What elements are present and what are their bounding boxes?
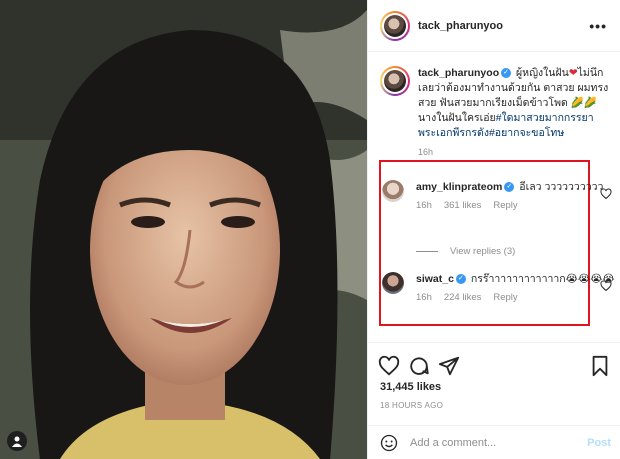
actions-bar: 31,445 likes 18 HOURS AGO Post (368, 342, 620, 459)
avatar[interactable] (380, 10, 410, 41)
comment-time: 16h (416, 200, 432, 211)
reply-button[interactable]: Reply (493, 200, 517, 211)
caption-avatar[interactable] (380, 66, 410, 96)
comment-username[interactable]: siwat_c (416, 273, 454, 285)
header-username[interactable]: tack_pharunyoo (418, 20, 503, 32)
like-comment-heart-icon[interactable] (600, 280, 612, 292)
comment-bubble-icon[interactable] (408, 355, 430, 377)
emoji-icon[interactable] (380, 434, 398, 452)
comment-text: กรร๊าาาาาาาาาาาาก (470, 273, 566, 285)
verified-badge-icon: ✓ (455, 274, 466, 285)
post-panel: tack_pharunyoo ••• tack_pharunyoo ✓ ผู้หญ… (367, 0, 620, 459)
portrait-image (0, 0, 367, 459)
add-comment-input[interactable] (410, 437, 580, 449)
view-replies-button[interactable]: View replies (3) (416, 246, 515, 257)
like-heart-icon[interactable] (378, 355, 400, 377)
comment-time: 16h (416, 292, 432, 303)
caption-time: 16h (418, 147, 434, 155)
caption-text-1: ผู้หญิงในฝัน (516, 67, 569, 79)
comment-item: amy_klinprateom ✓ อีเลว วววววววววว 16h 36… (382, 180, 618, 211)
post-photo (0, 0, 367, 459)
caption-username[interactable]: tack_pharunyoo (418, 67, 499, 79)
verified-badge-icon: ✓ (504, 182, 515, 193)
comment-avatar[interactable] (382, 272, 404, 294)
heart-emoji-icon: ❤ (568, 67, 578, 79)
share-paper-plane-icon[interactable] (438, 355, 460, 377)
corn-emoji-icon: 🌽🌽 (570, 97, 597, 109)
like-comment-heart-icon[interactable] (600, 188, 612, 200)
comment-likes[interactable]: 224 likes (444, 292, 482, 303)
caption-text-3: นางในฝันใครเอ่ย (418, 112, 496, 124)
more-horizontal-icon[interactable]: ••• (589, 18, 607, 34)
save-bookmark-icon[interactable] (589, 355, 611, 377)
comment-item: siwat_c ✓ กรร๊าาาาาาาาาาาาก😭😭😭😭 16h 224 l… (382, 272, 618, 303)
post-comment-button[interactable]: Post (587, 437, 611, 449)
tagged-user-icon[interactable] (7, 431, 27, 451)
add-comment-bar: Post (368, 425, 620, 459)
post-timestamp: 18 HOURS AGO (380, 401, 444, 410)
verified-badge-icon: ✓ (501, 68, 512, 79)
comment-avatar[interactable] (382, 180, 404, 202)
likes-count[interactable]: 31,445 likes (380, 381, 441, 393)
reply-button[interactable]: Reply (493, 292, 517, 303)
comment-username[interactable]: amy_klinprateom (416, 181, 502, 193)
post-header: tack_pharunyoo ••• (368, 0, 620, 52)
post-caption: tack_pharunyoo ✓ ผู้หญิงในฝัน❤ไม่นึกเลยว่… (380, 66, 612, 155)
comment-text: อีเลว วววววววววว (519, 181, 604, 193)
comment-likes[interactable]: 361 likes (444, 200, 482, 211)
